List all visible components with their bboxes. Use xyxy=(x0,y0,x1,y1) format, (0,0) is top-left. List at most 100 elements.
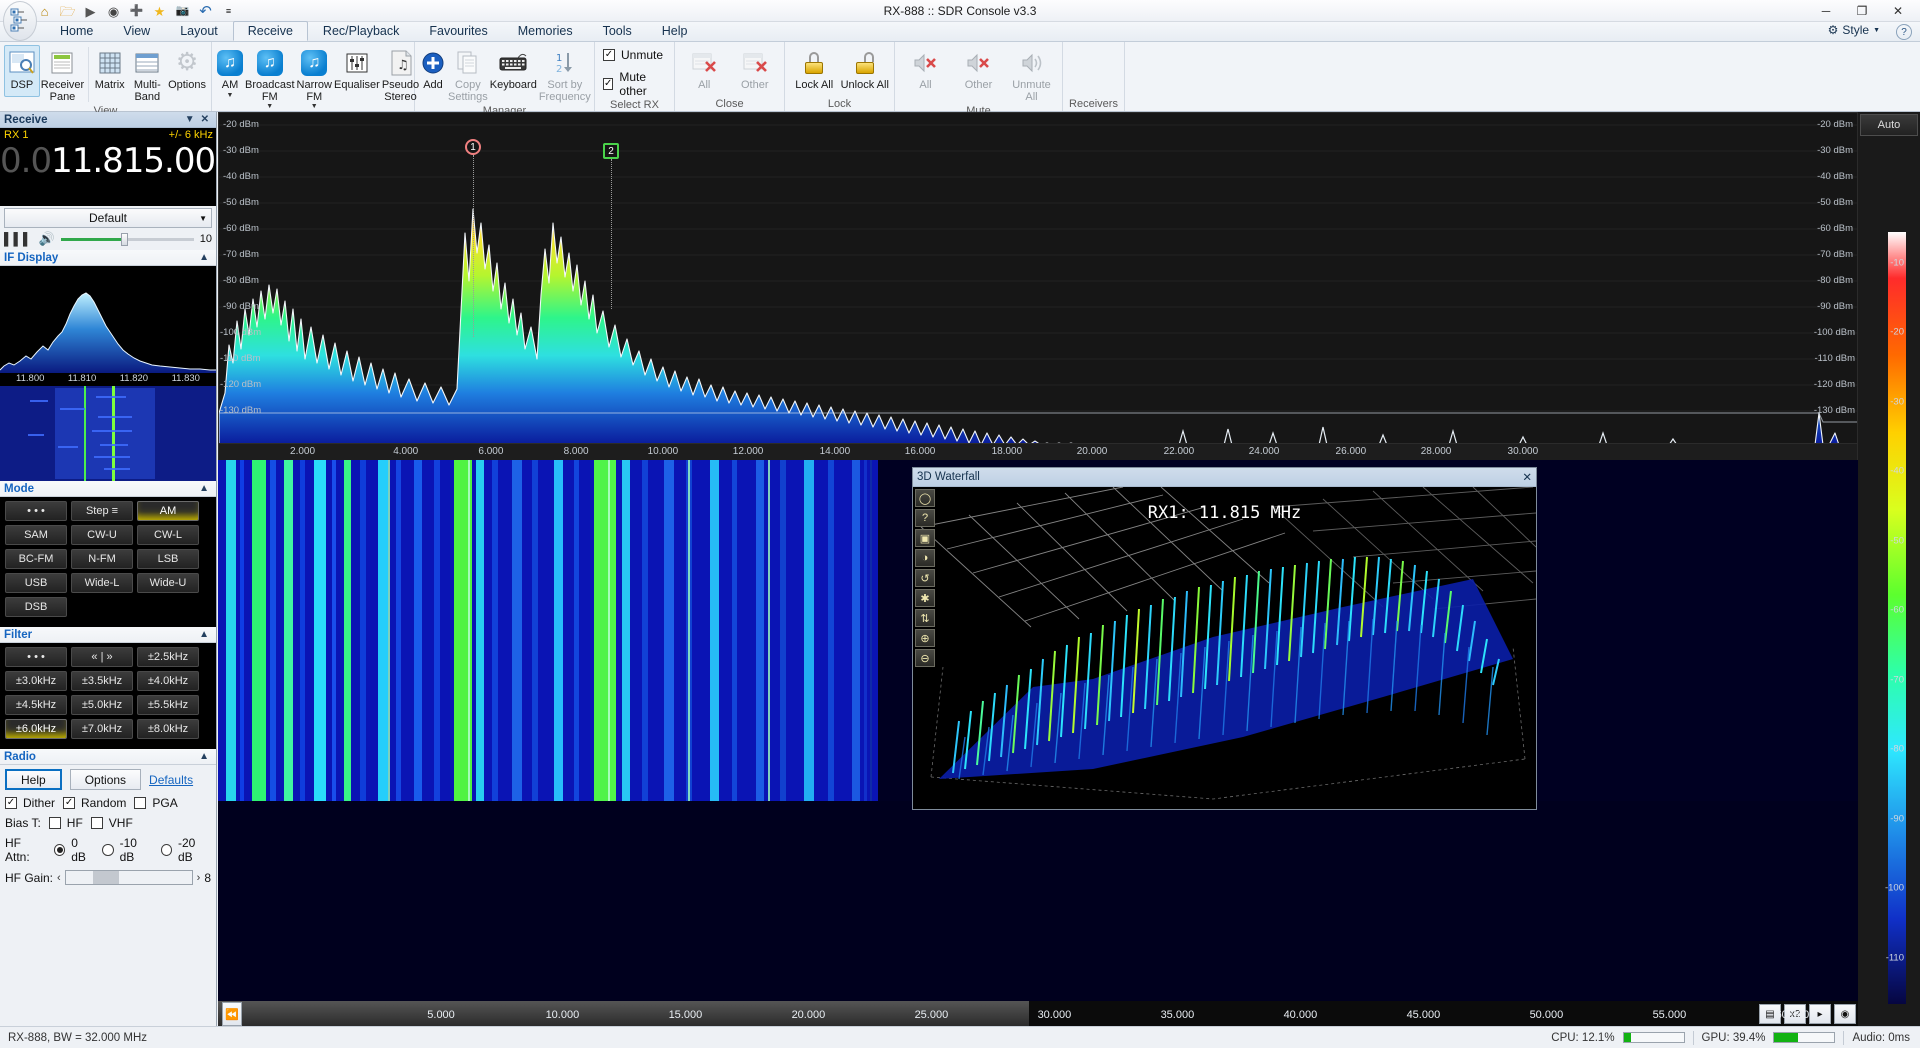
close-icon[interactable]: ✕ xyxy=(198,114,212,125)
minimize-button[interactable]: ─ xyxy=(1808,0,1844,22)
mode-button-bc-fm[interactable]: BC-FM xyxy=(5,549,67,569)
ribbon-item-am[interactable]: ♫ AM ▼ xyxy=(216,45,244,100)
style-button[interactable]: ⚙ Style ▼ xyxy=(1828,23,1880,37)
tab-layout[interactable]: Layout xyxy=(165,21,233,41)
tab-view[interactable]: View xyxy=(108,21,165,41)
defaults-link[interactable]: Defaults xyxy=(149,773,193,787)
if-spectrum[interactable]: 11.800 11.810 11.820 11.830 xyxy=(0,266,216,386)
filter-button-7-0khz[interactable]: ±7.0kHz xyxy=(71,719,133,739)
ribbon-item-options[interactable]: ⚙ Options xyxy=(167,45,207,97)
mode-button-n-fm[interactable]: N-FM xyxy=(71,549,133,569)
hf-attn-20db-radio[interactable]: -20 dB xyxy=(160,836,211,864)
ribbon-item-dsp[interactable]: DSP xyxy=(4,45,40,97)
window-3d-waterfall-body[interactable]: RX1: 11.815 MHz ◯ ? ▣ ◑ ↺ ✱ ⇅ ⊕ ⊖ xyxy=(913,487,1536,809)
rotate-tool-icon[interactable]: ↺ xyxy=(915,569,935,587)
waterfall-frequency-axis[interactable]: 5.000 10.000 15.000 20.000 25.000 30.000… xyxy=(218,1001,1858,1027)
mute-other-checkbox[interactable]: ✓ Mute other xyxy=(603,70,666,98)
frame-tool-icon[interactable]: ▣ xyxy=(915,529,935,547)
random-checkbox[interactable]: ✓ Random xyxy=(63,796,126,810)
mode-button-am[interactable]: AM xyxy=(137,501,199,521)
tab-receive[interactable]: Receive xyxy=(232,21,308,41)
spectrum-marker-2[interactable]: 2 xyxy=(603,143,619,309)
filter-button-4-0khz[interactable]: ±4.0kHz xyxy=(137,671,199,691)
brightness-tool-icon[interactable]: ◑ xyxy=(915,549,935,567)
folder-icon[interactable]: 🗁 xyxy=(59,3,76,20)
ribbon-item-keyboard[interactable]: Keyboard xyxy=(489,45,538,97)
minus-tool-icon[interactable]: ⊖ xyxy=(915,649,935,667)
ribbon-item-equaliser[interactable]: Equaliser xyxy=(333,45,381,97)
chevron-down-icon[interactable]: ▼ xyxy=(266,103,273,110)
pga-checkbox[interactable]: PGA xyxy=(134,796,178,810)
window-3d-waterfall[interactable]: 3D Waterfall ✕ RX1: 11.815 MHz ◯ ? ▣ ◑ ↺… xyxy=(912,467,1537,810)
overflow-icon[interactable]: ≡ xyxy=(220,3,237,20)
updown-tool-icon[interactable]: ⇅ xyxy=(915,609,935,627)
if-waterfall[interactable] xyxy=(0,386,216,481)
profile-dropdown[interactable]: Default ▼ xyxy=(4,208,212,228)
ribbon-item-unlock-all[interactable]: Unlock All xyxy=(840,45,891,97)
filter-button-5-0khz[interactable]: ±5.0kHz xyxy=(71,695,133,715)
filter-button-5-5khz[interactable]: ±5.5kHz xyxy=(137,695,199,715)
hf-attn-0db-radio[interactable]: 0 dB xyxy=(53,836,94,864)
favourite-icon[interactable]: ★ xyxy=(151,3,168,20)
tab-help[interactable]: Help xyxy=(647,21,703,41)
chevron-down-icon[interactable]: ▼ xyxy=(311,103,318,110)
app-menu-button[interactable] xyxy=(3,1,37,41)
tab-memories[interactable]: Memories xyxy=(503,21,588,41)
close-icon[interactable]: ✕ xyxy=(1522,470,1532,484)
camera-icon[interactable]: 📷 xyxy=(174,3,191,20)
filter-button-4-5khz[interactable]: ±4.5kHz xyxy=(5,695,67,715)
help-icon[interactable]: ? xyxy=(1896,24,1912,40)
ribbon-item-lock-all[interactable]: Lock All xyxy=(789,45,840,97)
sparkle-tool-icon[interactable]: ✱ xyxy=(915,589,935,607)
filter-button-2-5khz[interactable]: ±2.5kHz xyxy=(137,647,199,667)
ribbon-item-add[interactable]: Add xyxy=(419,45,447,97)
add-icon[interactable]: ➕ xyxy=(128,3,145,20)
frequency-value[interactable]: 0.011.815.000 xyxy=(0,141,237,181)
spectrum-marker-1[interactable]: 1 xyxy=(465,139,481,337)
mode-button-dots[interactable]: • • • xyxy=(5,501,67,521)
mode-button-lsb[interactable]: LSB xyxy=(137,549,199,569)
tab-tools[interactable]: Tools xyxy=(588,21,647,41)
hf-gain-next-button[interactable]: › xyxy=(197,872,201,884)
hf-gain-slider[interactable] xyxy=(64,870,193,885)
close-button[interactable]: ✕ xyxy=(1880,0,1916,22)
filter-button-8-0khz[interactable]: ±8.0kHz xyxy=(137,719,199,739)
spectrum-display[interactable]: -20 dBm -30 dBm -40 dBm -50 dBm -60 dBm … xyxy=(218,112,1858,444)
mode-button-wide-u[interactable]: Wide-U xyxy=(137,573,199,593)
marker-2-pin[interactable]: 2 xyxy=(603,143,619,159)
mode-button-wide-l[interactable]: Wide-L xyxy=(71,573,133,593)
collapse-icon[interactable]: ▲ xyxy=(196,483,212,494)
help-tool-icon[interactable]: ? xyxy=(915,509,935,527)
mode-button-cw-l[interactable]: CW-L xyxy=(137,525,199,545)
frequency-display[interactable]: RX 1 +/- 6 kHz 0.011.815.000 xyxy=(0,128,237,206)
chevron-down-icon[interactable]: ▼ xyxy=(227,92,234,99)
mode-button-dsb[interactable]: DSB xyxy=(5,597,67,617)
mode-button-step[interactable]: Step ≡ xyxy=(71,501,133,521)
mode-button-usb[interactable]: USB xyxy=(5,573,67,593)
filter-button-3-0khz[interactable]: ±3.0kHz xyxy=(5,671,67,691)
filter-button-adjust[interactable]: « | » xyxy=(71,647,133,667)
ribbon-item-narrow-fm[interactable]: ♫ Narrow FM ▼ xyxy=(296,45,333,111)
chevron-down-icon[interactable]: ▼ xyxy=(199,214,207,223)
mode-button-sam[interactable]: SAM xyxy=(5,525,67,545)
orbit-tool-icon[interactable]: ◯ xyxy=(915,489,935,507)
bias-t-hf-checkbox[interactable]: HF xyxy=(48,816,83,830)
unmute-checkbox[interactable]: ✓ Unmute xyxy=(603,48,666,62)
waterfall-next-icon[interactable]: ▸ xyxy=(1809,1004,1831,1024)
collapse-icon[interactable]: ▲ xyxy=(196,751,212,762)
marker-1-pin[interactable]: 1 xyxy=(465,139,481,155)
filter-button-6-0khz[interactable]: ±6.0kHz xyxy=(5,719,67,739)
auto-scale-button[interactable]: Auto xyxy=(1860,114,1918,136)
dither-checkbox[interactable]: ✓ Dither xyxy=(5,796,55,810)
ribbon-item-broadcast-fm[interactable]: ♫ Broadcast FM ▼ xyxy=(244,45,296,111)
ribbon-item-receiver-pane[interactable]: Receiver Pane xyxy=(40,45,85,104)
home-icon[interactable]: ⌂ xyxy=(36,3,53,20)
bias-t-vhf-checkbox[interactable]: VHF xyxy=(90,816,133,830)
hf-gain-prev-button[interactable]: ‹ xyxy=(57,872,61,884)
tab-rec-playback[interactable]: Rec/Playback xyxy=(308,21,414,41)
volume-slider[interactable] xyxy=(60,232,194,246)
spectrum-frequency-axis[interactable]: 2.000 4.000 6.000 8.000 10.000 12.000 14… xyxy=(218,444,1858,460)
filter-button-3-5khz[interactable]: ±3.5kHz xyxy=(71,671,133,691)
speaker-icon[interactable]: 🔊 xyxy=(39,231,55,247)
mode-button-cw-u[interactable]: CW-U xyxy=(71,525,133,545)
